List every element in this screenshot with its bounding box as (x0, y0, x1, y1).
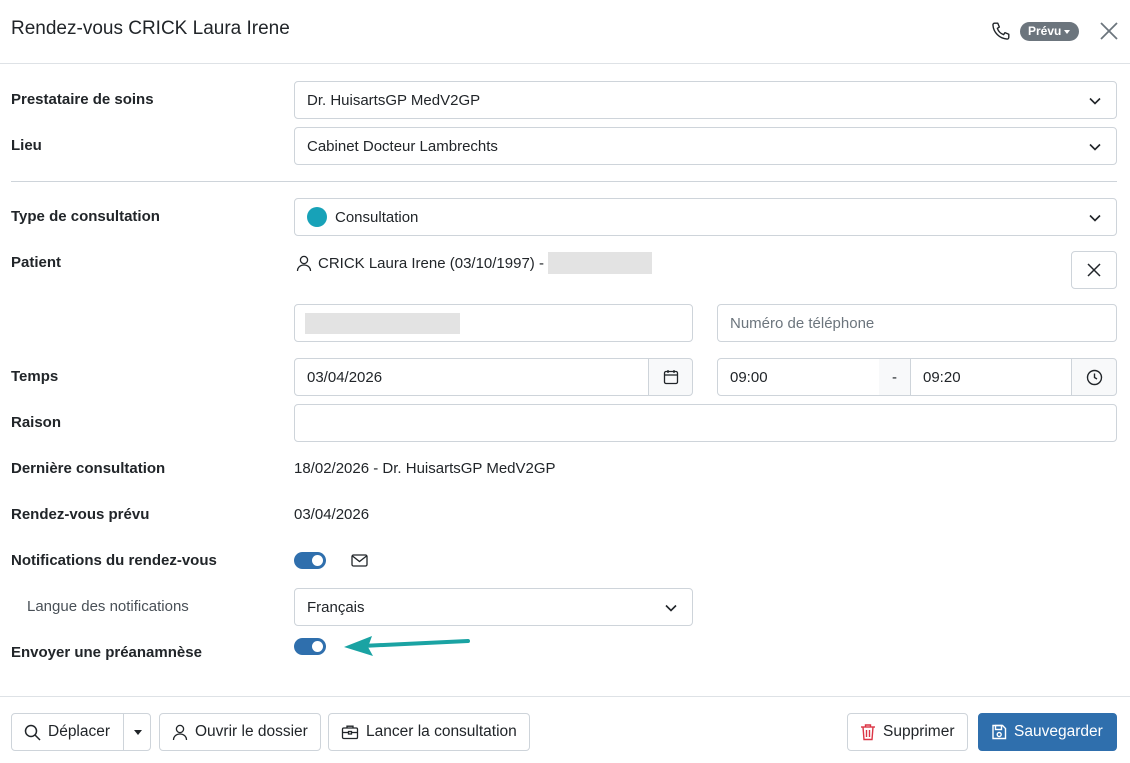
chevron-down-icon (1089, 214, 1101, 222)
notif-language-label: Langue des notifications (27, 598, 189, 615)
reason-field[interactable] (294, 404, 1117, 442)
section-divider (11, 181, 1117, 182)
redacted-block (305, 312, 460, 334)
location-select[interactable]: Cabinet Docteur Lambrechts (294, 127, 1117, 165)
caret-down-icon (133, 729, 142, 735)
modal-title: Rendez-vous CRICK Laura Irene (11, 18, 290, 39)
planned-label: Rendez-vous prévu (11, 506, 150, 523)
move-dropdown-toggle[interactable] (124, 713, 151, 751)
open-file-button[interactable]: Ouvrir le dossier (159, 713, 321, 751)
start-consult-button-label: Lancer la consultation (366, 723, 517, 740)
date-value: 03/04/2026 (307, 368, 383, 386)
modal-header: Rendez-vous CRICK Laura Irene Prévu (0, 0, 1130, 64)
date-field[interactable]: 03/04/2026 (294, 358, 649, 396)
calendar-icon (663, 370, 678, 385)
last-consult-value: 18/02/2026 - Dr. HuisartsGP MedV2GP (294, 460, 556, 477)
save-button[interactable]: Sauvegarder (978, 713, 1117, 751)
status-badge-label: Prévu (1028, 24, 1062, 38)
save-icon (992, 724, 1007, 740)
redacted-block (547, 252, 652, 274)
clock-icon (1086, 369, 1102, 385)
consult-type-select[interactable]: Consultation (294, 198, 1117, 236)
notifications-toggle[interactable] (294, 552, 326, 569)
clock-button[interactable] (1071, 358, 1117, 396)
location-label: Lieu (11, 137, 42, 154)
close-icon (1087, 263, 1101, 277)
email-field[interactable] (294, 304, 693, 342)
clear-patient-button[interactable] (1071, 251, 1117, 289)
save-button-label: Sauvegarder (1014, 723, 1103, 740)
preanamnesis-toggle[interactable] (294, 638, 326, 655)
annotation-arrow-icon (344, 636, 470, 656)
last-consult-label: Dernière consultation (11, 460, 166, 477)
end-time-value: 09:20 (923, 368, 961, 386)
planned-value: 03/04/2026 (294, 506, 370, 523)
patient-label: Patient (11, 254, 62, 271)
time-separator: - (879, 358, 911, 396)
time-separator-text: - (892, 368, 897, 386)
open-file-button-label: Ouvrir le dossier (195, 723, 308, 740)
start-time-field[interactable]: 09:00 (717, 358, 880, 396)
consult-type-value: Consultation (335, 208, 419, 226)
notifications-label: Notifications du rendez-vous (11, 552, 217, 569)
end-time-field[interactable]: 09:20 (910, 358, 1072, 396)
search-icon (24, 724, 41, 741)
patient-info[interactable]: CRICK Laura Irene (03/10/1997) - (296, 252, 652, 274)
delete-button[interactable]: Supprimer (847, 713, 968, 751)
status-badge[interactable]: Prévu (1020, 22, 1080, 41)
delete-button-label: Supprimer (883, 723, 955, 740)
start-time-value: 09:00 (730, 368, 768, 386)
trash-icon (861, 724, 875, 741)
consult-color-dot (307, 207, 327, 227)
envelope-icon[interactable] (351, 554, 368, 567)
location-value: Cabinet Docteur Lambrechts (307, 137, 498, 155)
calendar-button[interactable] (648, 358, 693, 396)
time-label: Temps (11, 368, 59, 385)
phone-field[interactable]: Numéro de téléphone (717, 304, 1117, 342)
phone-icon[interactable] (990, 20, 1012, 42)
preanamnesis-label: Envoyer une préanamnèse (11, 644, 202, 661)
consult-type-label: Type de consultation (11, 208, 160, 225)
briefcase-icon (341, 725, 359, 740)
patient-name: CRICK Laura Irene (03/10/1997) - (318, 254, 544, 272)
move-button-label: Déplacer (48, 723, 111, 740)
start-consult-button[interactable]: Lancer la consultation (328, 713, 530, 751)
chevron-down-icon (665, 604, 677, 612)
chevron-down-icon (1089, 143, 1101, 151)
reason-label: Raison (11, 414, 62, 431)
chevron-down-icon (1089, 97, 1101, 105)
provider-select[interactable]: Dr. HuisartsGP MedV2GP (294, 81, 1117, 119)
phone-placeholder: Numéro de téléphone (730, 314, 875, 332)
provider-value: Dr. HuisartsGP MedV2GP (307, 91, 481, 109)
provider-label: Prestataire de soins (11, 91, 154, 108)
caret-down-icon (1064, 30, 1071, 34)
user-icon (172, 724, 188, 740)
notif-language-value: Français (307, 598, 365, 616)
notif-language-select[interactable]: Français (294, 588, 693, 626)
user-icon (296, 255, 312, 271)
close-icon[interactable] (1097, 19, 1121, 43)
